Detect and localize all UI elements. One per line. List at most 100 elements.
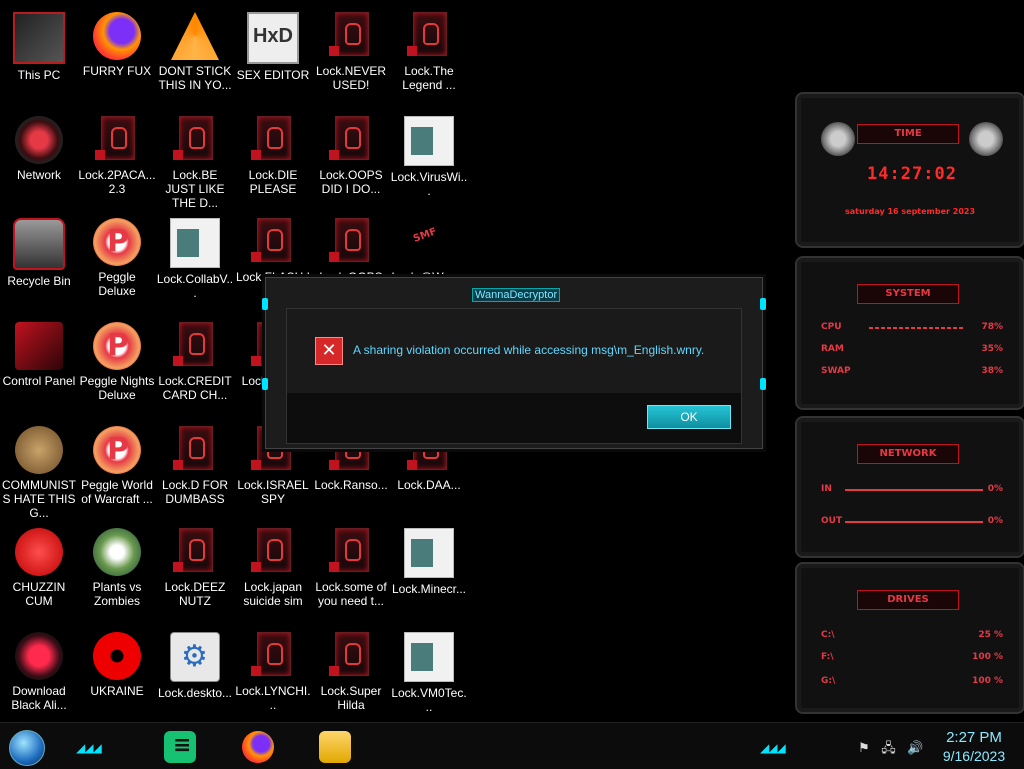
desktop-icon[interactable]: Lock.BE JUST LIKE THE D...: [156, 110, 234, 210]
desktop-icon[interactable]: Lock.deskto...: [156, 626, 234, 726]
dialog-accent-left-top: [262, 298, 268, 310]
desktop-icon[interactable]: Recycle Bin: [0, 212, 78, 312]
ram-row: RAM 35%: [821, 344, 1003, 354]
recycle-bin-icon: [13, 218, 65, 270]
desktop-icon-label: Plants vs Zombies: [92, 580, 142, 608]
taskbar-firefox-button[interactable]: [242, 731, 274, 763]
settings-file-icon: [170, 632, 220, 682]
drive-c-label: C:\: [821, 630, 835, 640]
dialog-message: A sharing violation occurred while acces…: [353, 343, 705, 357]
lock-file-icon: [171, 322, 219, 370]
cpu-bar: [869, 327, 963, 329]
desktop-icon[interactable]: Network: [0, 110, 78, 210]
taskbar-date[interactable]: 9/16/2023: [929, 748, 1019, 764]
desktop-icon[interactable]: Control Panel: [0, 316, 78, 416]
desktop-icon[interactable]: Peggle Deluxe: [78, 212, 156, 312]
desktop-icon-label: Lock.some of you need t...: [315, 580, 387, 608]
desktop-icon[interactable]: HxD SEX EDITOR: [234, 6, 312, 106]
desktop-icon-label: Lock.DIE PLEASE: [248, 168, 298, 196]
network-widget: NETWORK IN 0% OUT 0%: [795, 416, 1024, 558]
webpage-icon: [404, 116, 454, 166]
desktop-icon-label: Lock.CollabV...: [156, 272, 234, 300]
dialog-accent-right-top: [760, 298, 766, 310]
desktop-icon-label: Lock.The Legend ...: [402, 64, 456, 92]
desktop-icon[interactable]: Lock.VM0Tec...: [390, 626, 468, 726]
control-panel-icon: [15, 322, 63, 370]
desktop-icon-label: Lock.OOPS DID I DO...: [319, 168, 383, 196]
taskbar-time[interactable]: 2:27 PM: [929, 729, 1019, 746]
lock-file-icon: [327, 218, 375, 266]
lock-file-icon: [327, 632, 375, 680]
ok-button[interactable]: OK: [647, 405, 731, 429]
network-tray-icon[interactable]: 🖧: [881, 740, 896, 755]
swap-value: 38%: [981, 366, 1003, 376]
desktop-icon[interactable]: Lock.DIE PLEASE: [234, 110, 312, 210]
desktop-icon-label: Control Panel: [2, 374, 76, 388]
desktop-icon-label: FURRY FUX: [82, 64, 152, 78]
lock-file-icon: [171, 426, 219, 474]
desktop-icon[interactable]: Download Black Ali...: [0, 626, 78, 726]
desktop-icon[interactable]: Lock.CollabV...: [156, 212, 234, 312]
dialog-accent-left-bottom: [262, 378, 268, 390]
desktop-icon[interactable]: CHUZZIN CUM: [0, 522, 78, 622]
desktop-icon-label: Lock.VM0Tec...: [391, 686, 467, 714]
volume-icon[interactable]: 🔊: [907, 740, 923, 755]
taskbar-notes-button[interactable]: [164, 731, 196, 763]
lock-file-icon: [249, 218, 297, 266]
desktop-icon-label: CHUZZIN CUM: [12, 580, 66, 608]
desktop-icon-label: Lock.ISRAEL SPY: [237, 478, 309, 506]
taskbar: ◢◢◢ ◢◢◢ ⚑ 🖧 🔊 2:27 PM 9/16/2023: [0, 722, 1024, 769]
dialog-content: ✕ A sharing violation occurred while acc…: [287, 309, 741, 393]
peggle-icon: [93, 218, 141, 266]
desktop-icon[interactable]: COMMUNISTS HATE THIS G...: [0, 420, 78, 520]
pc-icon: [13, 12, 65, 64]
desktop-icon-label: Lock.2PACA... 2.3: [78, 168, 156, 196]
desktop-icon[interactable]: Lock.VirusWi...: [390, 110, 468, 210]
net-out-graph: [845, 521, 983, 523]
lock-file-icon: [249, 632, 297, 680]
desktop-icon[interactable]: UKRAINE: [78, 626, 156, 726]
desktop-icon[interactable]: This PC: [0, 6, 78, 106]
chuzzle-icon: [15, 528, 63, 576]
lock-file-icon: [171, 528, 219, 576]
desktop-icon-label: Lock.NEVER USED!: [315, 64, 387, 92]
desktop-icon[interactable]: FURRY FUX: [78, 6, 156, 106]
desktop-icon[interactable]: Peggle World of Warcraft ...: [78, 420, 156, 520]
desktop-icon[interactable]: Lock.CREDIT CARD CH...: [156, 316, 234, 416]
lock-file-icon: [249, 528, 297, 576]
desktop-icon[interactable]: Lock.2PACA... 2.3: [78, 110, 156, 210]
lock-file-icon: [327, 12, 375, 60]
desktop-icon[interactable]: Lock.NEVER USED!: [312, 6, 390, 106]
desktop-icon[interactable]: Lock.The Legend ...: [390, 6, 468, 106]
widget-date: saturday 16 september 2023: [844, 207, 976, 216]
desktop-icon[interactable]: Lock.LYNCHI...: [234, 626, 312, 726]
vlc-icon: [171, 12, 219, 60]
desktop-icon[interactable]: Lock.D FOR DUMBASS: [156, 420, 234, 520]
desktop-icon[interactable]: Lock.Minecr...: [390, 522, 468, 622]
desktop-icon-label: Peggle Deluxe: [98, 270, 136, 298]
alien-head-icon: [821, 122, 855, 156]
net-in-label: IN: [821, 484, 832, 494]
flag-icon[interactable]: ⚑: [858, 740, 870, 755]
start-button[interactable]: [9, 730, 45, 766]
desktop-icon[interactable]: DONT STICK THIS IN YO...: [156, 6, 234, 106]
desktop-icon[interactable]: Lock.OOPS DID I DO...: [312, 110, 390, 210]
money-bag-icon: [15, 426, 63, 474]
taskbar-file-explorer-button[interactable]: [319, 731, 351, 763]
net-in-value: 0%: [987, 484, 1003, 494]
desktop-icon-label: Lock.D FOR DUMBASS: [161, 478, 228, 506]
desktop-icon-label: Lock.DAA...: [397, 478, 461, 492]
desktop-icon[interactable]: Lock.DEEZ NUTZ: [156, 522, 234, 622]
desktop-icon[interactable]: Lock.some of you need t...: [312, 522, 390, 622]
desktop-icon[interactable]: Peggle Nights Deluxe: [78, 316, 156, 416]
webpage-icon: [170, 218, 220, 268]
lock-file-icon: [405, 12, 453, 60]
network-widget-header: NETWORK: [857, 444, 959, 464]
swap-label: SWAP: [821, 366, 851, 376]
drive-f-value: 100 %: [972, 652, 1003, 662]
desktop-icon[interactable]: Plants vs Zombies: [78, 522, 156, 622]
desktop-icon[interactable]: Lock.japan suicide sim: [234, 522, 312, 622]
desktop-icon[interactable]: Lock.Super Hilda: [312, 626, 390, 726]
peggle-icon: [93, 426, 141, 474]
dialog-body: ✕ A sharing violation occurred while acc…: [286, 308, 742, 444]
